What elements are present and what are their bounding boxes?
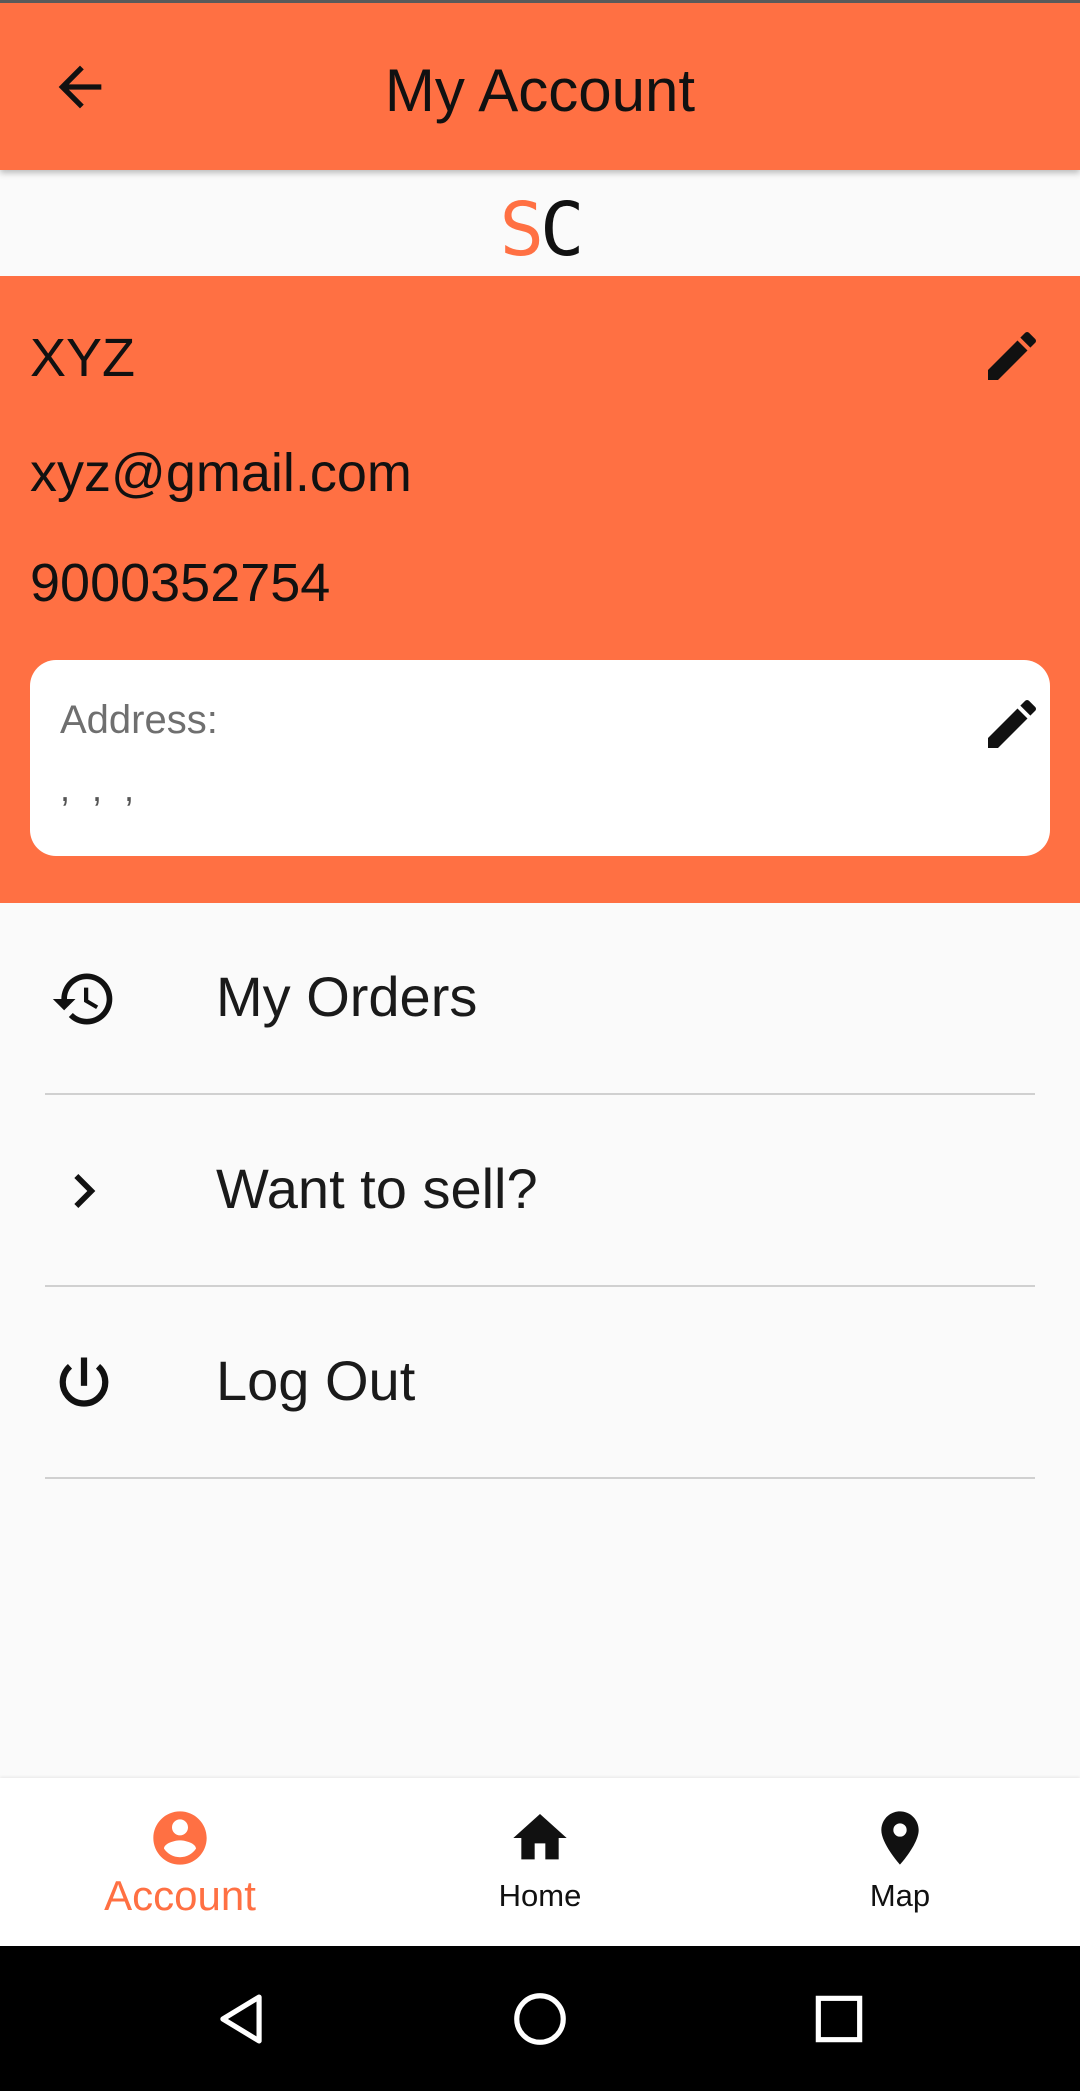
menu-item-log-out[interactable]: Log Out: [0, 1287, 1080, 1479]
menu-item-label: My Orders: [216, 965, 478, 1028]
nav-tab-account[interactable]: Account: [0, 1778, 360, 1946]
nav-label: Account: [104, 1872, 256, 1919]
menu-item-want-to-sell[interactable]: Want to sell?: [0, 1095, 1080, 1287]
menu-item-my-orders[interactable]: My Orders: [0, 903, 1080, 1095]
back-triangle-icon[interactable]: [210, 1988, 272, 2050]
app-logo: SC: [499, 187, 584, 273]
nav-label: Map: [869, 1878, 931, 1913]
nav-tab-map[interactable]: Map: [720, 1778, 1080, 1946]
recents-square-icon[interactable]: [808, 1988, 870, 2050]
profile-section: XYZ xyz@gmail.com 9000352754 Address: , …: [0, 276, 1080, 903]
user-phone: 9000352754: [30, 553, 331, 613]
chevron-right-icon: [74, 1174, 96, 1208]
bottom-navigation: Account Home Map: [0, 1778, 1080, 1946]
divider: [45, 1477, 1035, 1479]
account-circle-icon: [153, 1811, 207, 1865]
nav-tab-home[interactable]: Home: [360, 1778, 720, 1946]
account-menu: My Orders Want to sell? Log Out: [0, 903, 1080, 1479]
address-label: Address:: [60, 698, 218, 742]
edit-address-icon[interactable]: [980, 692, 1044, 756]
home-circle-icon[interactable]: [509, 1988, 571, 2050]
address-value: , , ,: [60, 768, 141, 809]
menu-item-label: Want to sell?: [216, 1157, 538, 1220]
user-name: XYZ: [30, 328, 136, 388]
page-title: My Account: [384, 57, 696, 124]
system-navigation-bar: [0, 1946, 1080, 2091]
map-pin-icon: [881, 1811, 919, 1865]
app-bar: My Account: [0, 0, 1080, 170]
power-icon: [59, 1357, 109, 1407]
nav-label: Home: [498, 1878, 582, 1913]
user-email: xyz@gmail.com: [30, 443, 412, 503]
edit-profile-icon[interactable]: [980, 324, 1044, 388]
address-card: Address: , , ,: [30, 660, 1050, 856]
menu-item-label: Log Out: [216, 1349, 416, 1412]
history-icon: [52, 973, 113, 1025]
home-icon: [513, 1814, 567, 1860]
